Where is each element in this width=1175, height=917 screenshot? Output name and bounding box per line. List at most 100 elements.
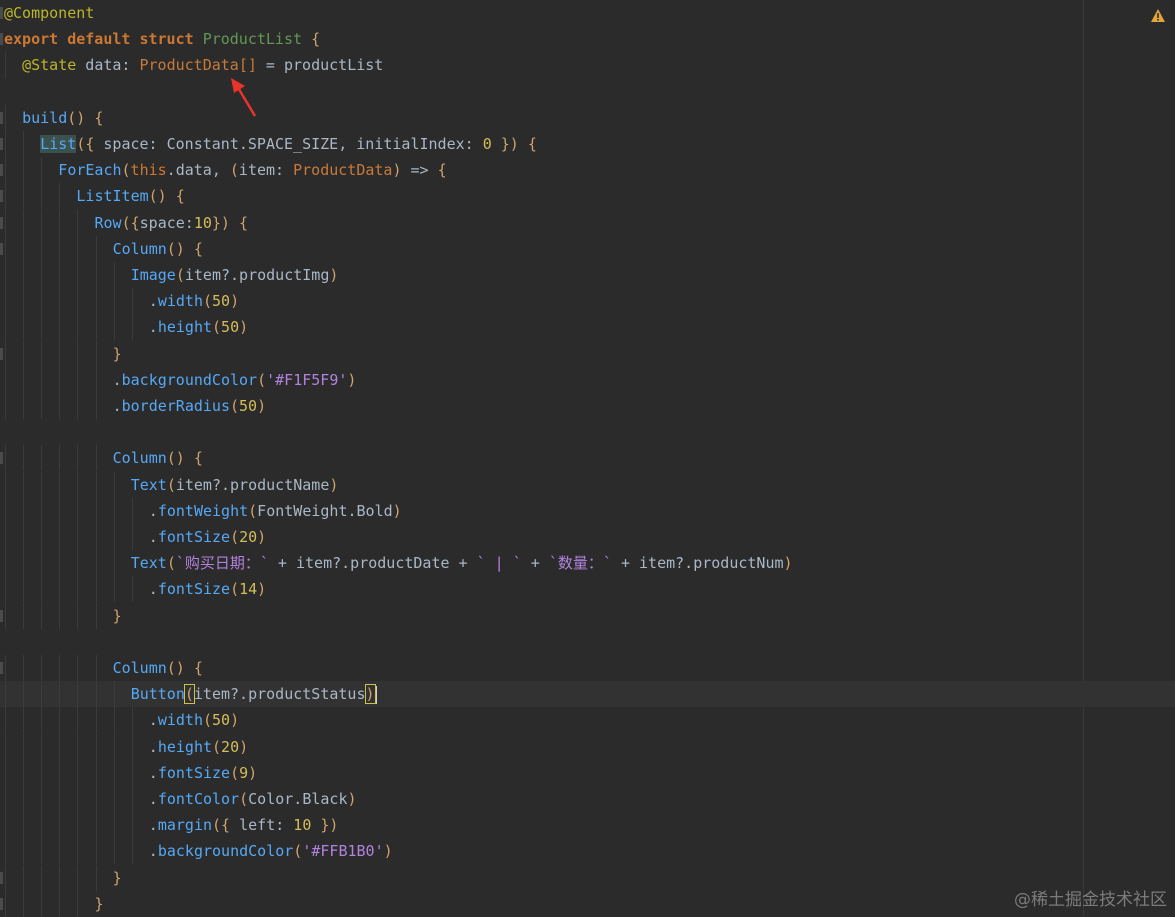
- code-token: {: [311, 30, 321, 49]
- code-line[interactable]: }: [0, 890, 1175, 917]
- indent-guide: [131, 288, 133, 315]
- code-line[interactable]: Image(item?.productImg): [0, 262, 1175, 288]
- code-line[interactable]: List({ space: Constant.SPACE_SIZE, initi…: [0, 131, 1175, 157]
- code-line[interactable]: .height(50): [0, 314, 1175, 341]
- indent-guide: [5, 602, 6, 629]
- code-line[interactable]: }: [0, 340, 1175, 367]
- indent-guide: [5, 131, 6, 157]
- code-token: (): [166, 659, 185, 677]
- code-line-text: .fontSize(14): [149, 576, 266, 602]
- code-line[interactable]: export default struct ProductList {: [0, 26, 1175, 52]
- indent-guide: [77, 681, 79, 708]
- code-line[interactable]: .margin({ left: 10 }): [0, 812, 1175, 839]
- indent-guide: [5, 759, 6, 786]
- indent-guide: [5, 576, 6, 603]
- code-line[interactable]: build() {: [0, 104, 1175, 131]
- indent-guide: [5, 524, 6, 550]
- code-line[interactable]: Row({space:10}) {: [0, 209, 1175, 236]
- indent-guide: [23, 445, 25, 472]
- code-token: ProductData: [293, 161, 393, 180]
- code-line[interactable]: Text(item?.productName): [0, 471, 1175, 498]
- code-token: Color.Black: [248, 790, 348, 808]
- code-token: {: [193, 239, 203, 258]
- code-line[interactable]: .backgroundColor('#FFB1B0'): [0, 838, 1175, 865]
- code-line[interactable]: .fontWeight(FontWeight.Bold): [0, 497, 1175, 524]
- code-token: `购买日期：`: [175, 554, 269, 573]
- code-token: (: [175, 266, 185, 284]
- indent-guide: [23, 288, 25, 315]
- code-line[interactable]: }: [0, 864, 1175, 891]
- code-token: {: [239, 213, 249, 232]
- code-line[interactable]: [0, 419, 1175, 445]
- indent-guide: [41, 209, 43, 236]
- indent-guide: [59, 471, 61, 498]
- indent-guide: [59, 681, 61, 708]
- code-token: ): [364, 684, 376, 705]
- indent-guide: [23, 366, 25, 393]
- indent-guide: [23, 681, 25, 708]
- code-token: margin: [157, 816, 213, 835]
- indent-guide: [23, 131, 25, 157]
- code-line-text: Text(item?.productName): [131, 472, 339, 498]
- indent-guide: [59, 340, 61, 367]
- code-line[interactable]: .fontColor(Color.Black): [0, 786, 1175, 812]
- code-line[interactable]: Text(`购买日期：` + item?.productDate + ` | `…: [0, 550, 1175, 577]
- code-line[interactable]: .height(20): [0, 733, 1175, 760]
- warning-icon[interactable]: [1150, 8, 1166, 24]
- indent-guide: [113, 497, 115, 524]
- code-token: .: [112, 370, 122, 389]
- code-token: item:: [238, 161, 294, 180]
- code-line[interactable]: }: [0, 602, 1175, 629]
- code-token: 50: [239, 397, 258, 415]
- code-line[interactable]: .backgroundColor('#F1F5F9'): [0, 366, 1175, 393]
- code-line[interactable]: @Component: [0, 0, 1175, 26]
- code-line[interactable]: .borderRadius(50): [0, 393, 1175, 419]
- indent-guide: [5, 183, 6, 210]
- indent-guide: [41, 183, 43, 210]
- code-line[interactable]: [0, 79, 1175, 105]
- code-token: .data,: [166, 161, 230, 180]
- code-line[interactable]: .fontSize(9): [0, 759, 1175, 786]
- code-line[interactable]: Column() {: [0, 655, 1175, 681]
- code-line-text: build() {: [22, 105, 103, 131]
- code-editor[interactable]: @Component export default struct ProductL…: [0, 0, 1175, 917]
- code-token: ): [230, 292, 240, 311]
- code-line[interactable]: Column() {: [0, 235, 1175, 262]
- code-line[interactable]: Column() {: [0, 445, 1175, 472]
- indent-guide: [23, 786, 25, 812]
- code-token: .: [148, 763, 158, 782]
- code-line[interactable]: .fontSize(14): [0, 576, 1175, 603]
- code-line[interactable]: @State data: ProductData[] = productList: [0, 52, 1175, 79]
- code-token: .: [148, 737, 158, 756]
- code-line[interactable]: .width(50): [0, 707, 1175, 734]
- indent-guide: [41, 550, 43, 577]
- code-line[interactable]: [0, 629, 1175, 655]
- code-line-text: @Component: [4, 0, 94, 26]
- indent-guide: [77, 262, 79, 288]
- indent-guide: [113, 681, 115, 708]
- indent-guide: [77, 733, 79, 760]
- indent-guide: [95, 262, 97, 288]
- code-token: .: [148, 842, 158, 861]
- code-token: 20: [221, 737, 240, 756]
- code-token: Button: [130, 685, 185, 704]
- code-line[interactable]: .width(50): [0, 288, 1175, 315]
- code-token: + item?.productDate +: [268, 554, 477, 573]
- indent-guide: [5, 52, 6, 79]
- code-token: ): [239, 737, 249, 756]
- indent-guide: [131, 707, 133, 734]
- code-token: (: [166, 475, 176, 494]
- gutter-marker: [0, 452, 3, 465]
- indent-guide: [131, 786, 133, 812]
- indent-guide: [23, 471, 25, 498]
- code-token: + item?.productNum: [611, 554, 784, 573]
- code-line[interactable]: ListItem() {: [0, 183, 1175, 210]
- indent-guide: [113, 759, 115, 786]
- indent-guide: [59, 209, 61, 236]
- code-line[interactable]: .fontSize(20): [0, 524, 1175, 550]
- code-line[interactable]: Button(item?.productStatus): [0, 681, 1175, 708]
- indent-guide: [23, 393, 25, 419]
- code-line[interactable]: ForEach(this.data, (item: ProductData) =…: [0, 157, 1175, 184]
